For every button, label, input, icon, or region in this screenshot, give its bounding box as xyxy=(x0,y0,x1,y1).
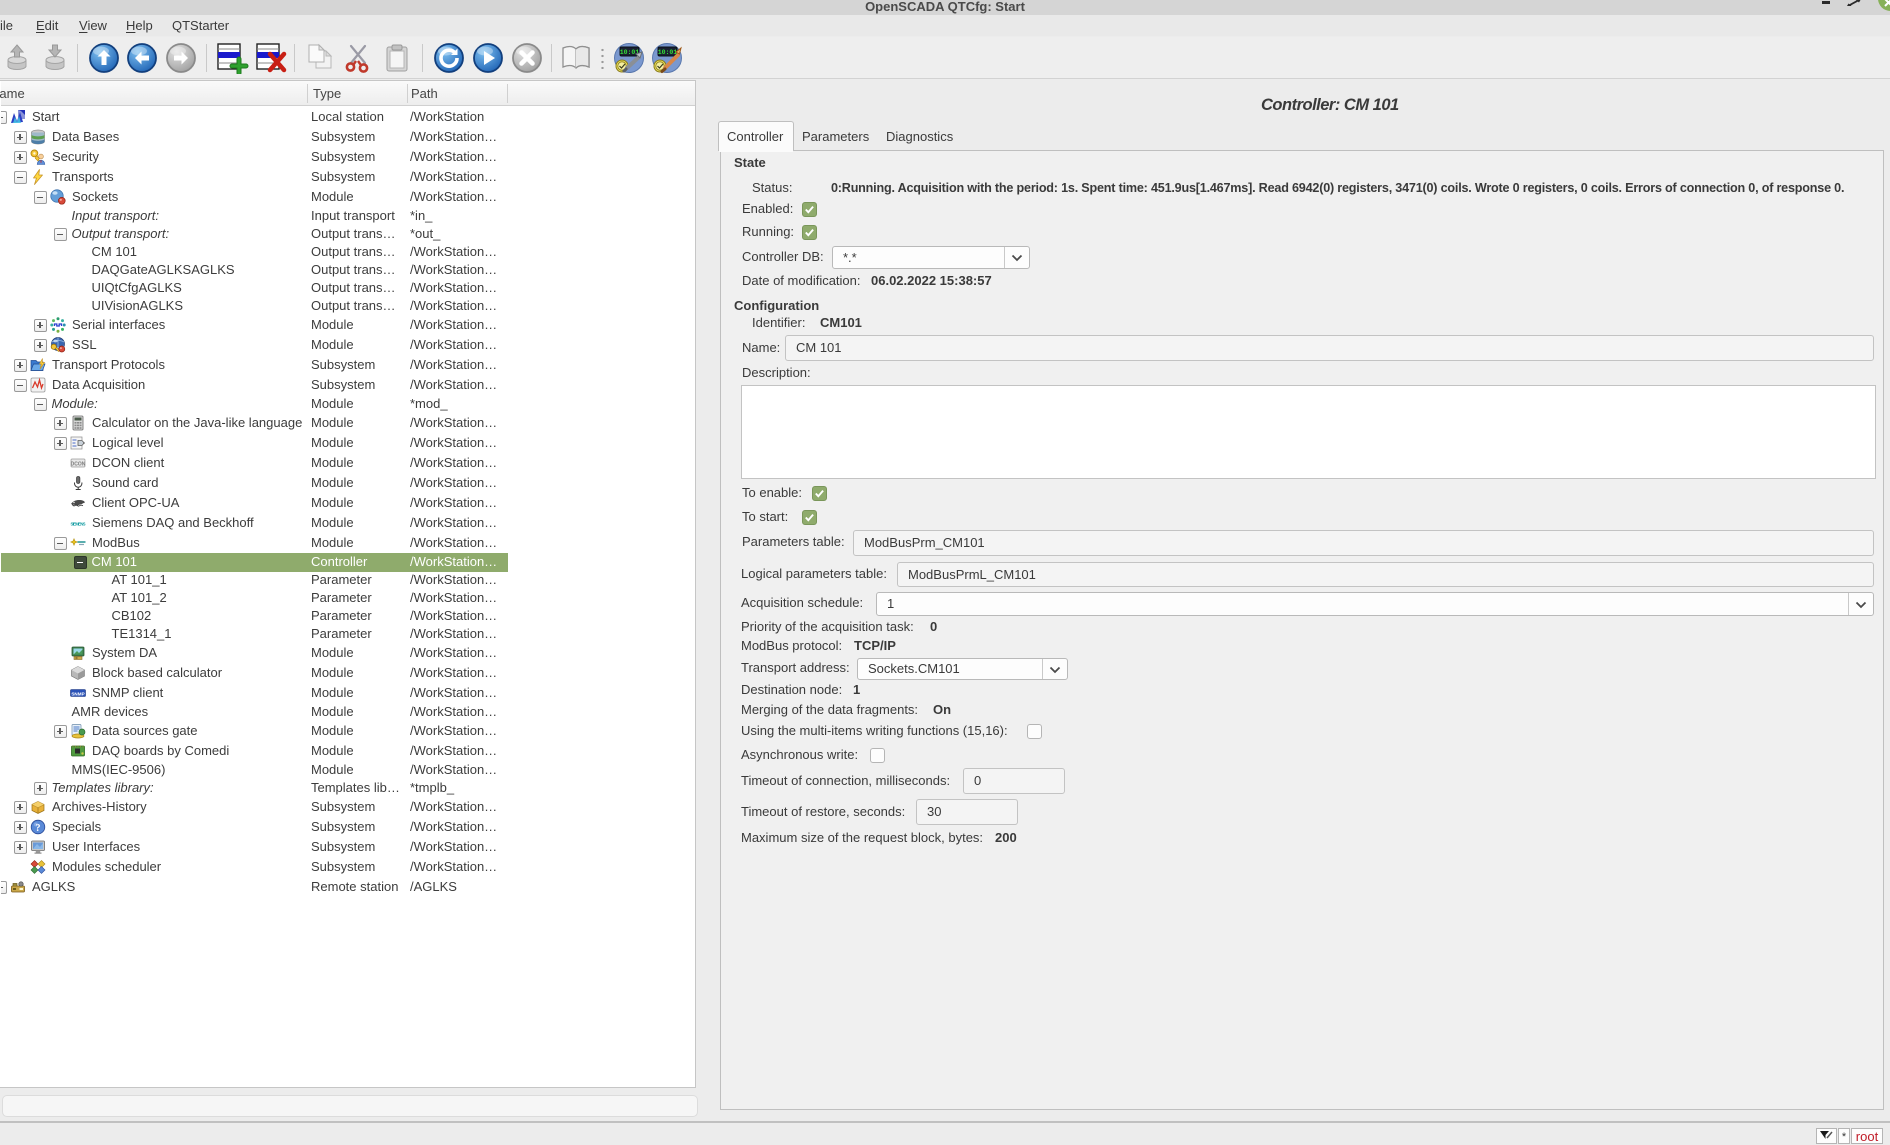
svg-text:?: ? xyxy=(36,823,41,834)
svg-text:SNMP: SNMP xyxy=(71,691,84,696)
svg-text:10:01: 10:01 xyxy=(657,49,677,56)
svg-text:SIEMENS: SIEMENS xyxy=(71,522,86,527)
svg-text:DCON: DCON xyxy=(71,462,86,468)
